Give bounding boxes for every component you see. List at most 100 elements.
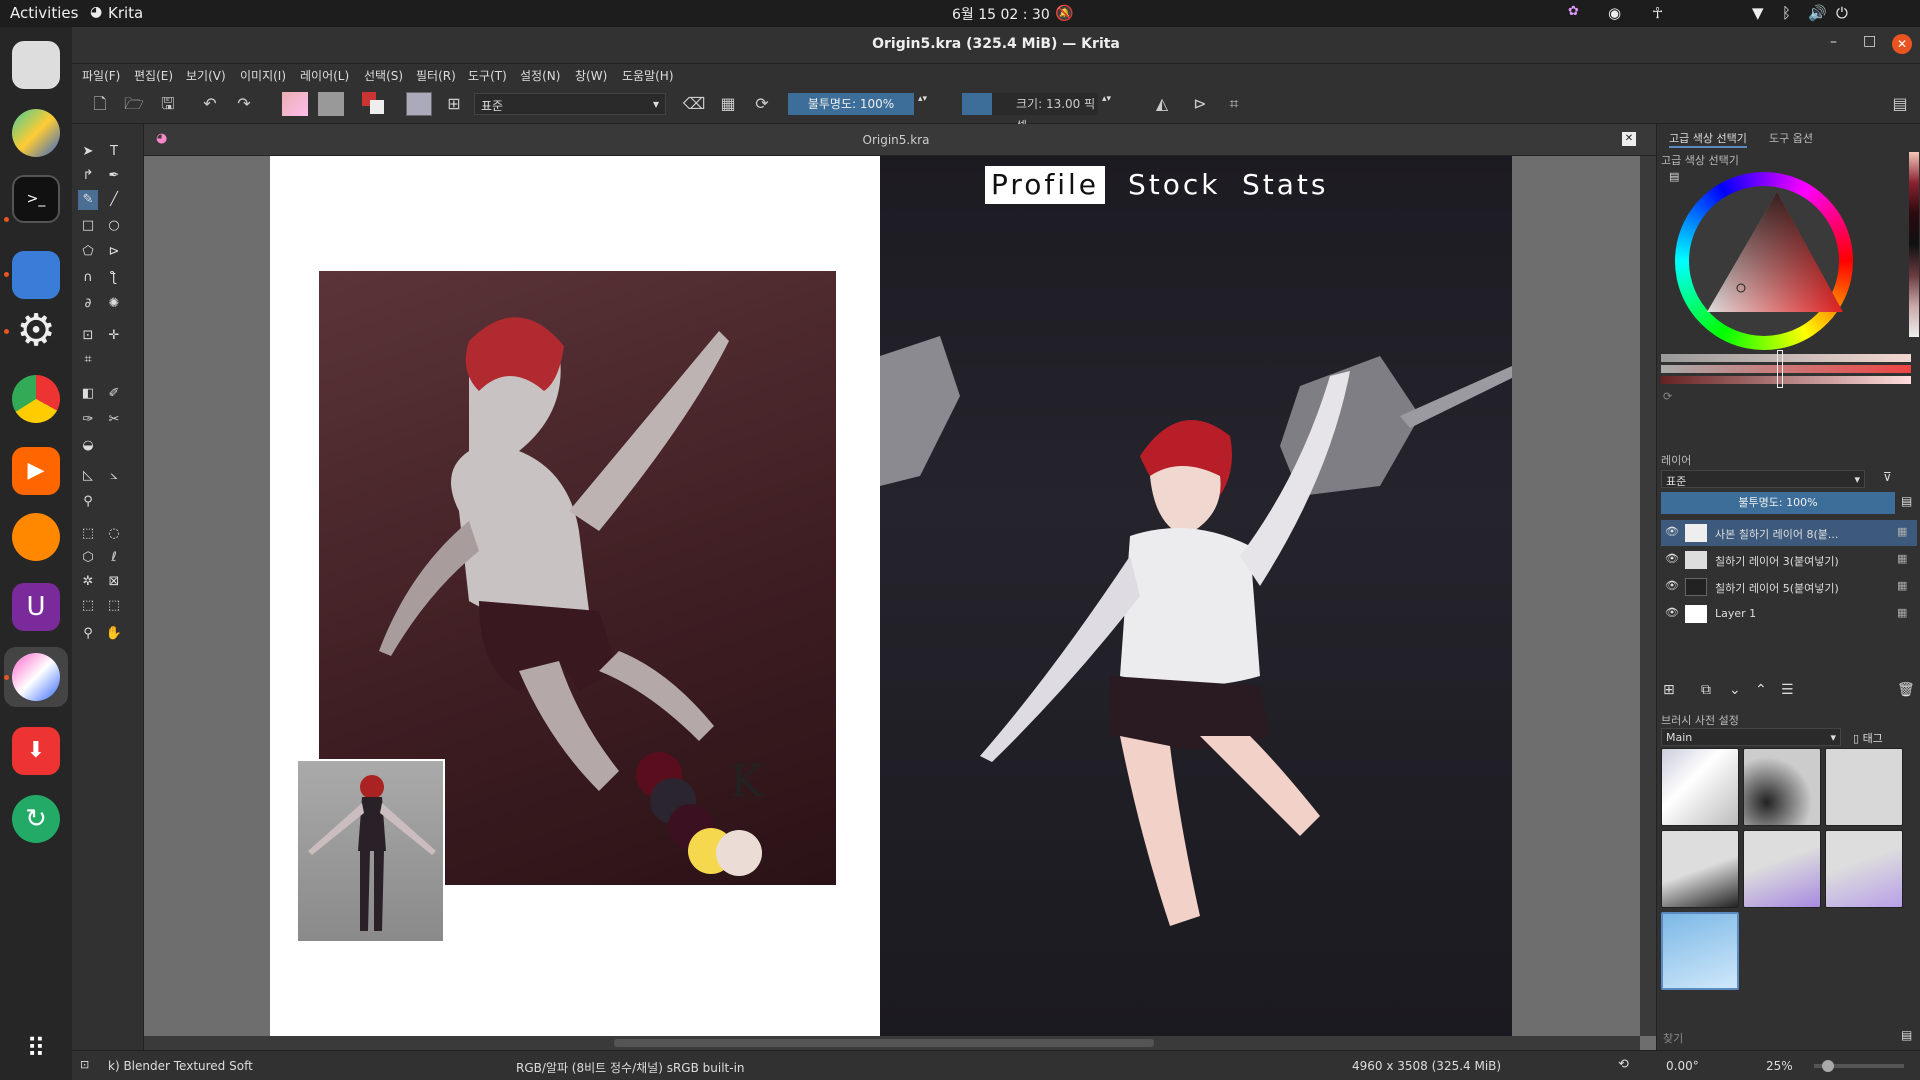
steam-tray-icon[interactable]: ◉ bbox=[1608, 4, 1621, 22]
activities-button[interactable]: Activities bbox=[10, 4, 78, 22]
reference-images-tool-icon[interactable]: ⚲ bbox=[78, 492, 98, 512]
menu-select[interactable]: 선택(S) bbox=[364, 67, 403, 84]
layer-filter-icon[interactable]: ⊽ bbox=[1883, 470, 1892, 484]
polyline-tool-icon[interactable]: ⊳ bbox=[104, 242, 124, 262]
zoom-slider-handle[interactable] bbox=[1822, 1060, 1834, 1072]
tab-advanced-color-selector[interactable]: 고급 색상 선택기 bbox=[1669, 130, 1747, 148]
menu-file[interactable]: 파일(F) bbox=[82, 67, 120, 84]
multibrush-tool-icon[interactable]: ✺ bbox=[104, 294, 124, 314]
measure-tool-icon[interactable]: ⦣ bbox=[104, 466, 124, 486]
layer-row-0[interactable]: 👁 사본 칠하기 레이어 8(붙... ▦ bbox=[1661, 520, 1917, 546]
delete-layer-icon[interactable]: 🗑 bbox=[1897, 682, 1915, 698]
undo-icon[interactable]: ↶ bbox=[198, 92, 222, 116]
open-document-icon[interactable]: 🗁 bbox=[122, 92, 146, 116]
firefox-icon[interactable] bbox=[12, 513, 60, 561]
similar-select-tool-icon[interactable]: ⊠ bbox=[104, 572, 124, 592]
text-tool-icon[interactable]: T bbox=[104, 142, 124, 162]
size-spin-icon[interactable]: ▴▾ bbox=[1102, 94, 1111, 104]
layer-opacity-slider[interactable]: 불투명도: 100% bbox=[1661, 492, 1895, 514]
menu-settings[interactable]: 설정(N) bbox=[520, 67, 560, 84]
eye-icon[interactable]: 👁 bbox=[1665, 579, 1679, 592]
notification-off-icon[interactable]: 🔕 bbox=[1055, 4, 1074, 22]
freehand-path-tool-icon[interactable]: ƪ bbox=[104, 268, 124, 288]
reload-preset-icon[interactable]: ⟳ bbox=[750, 92, 774, 116]
line-tool-icon[interactable]: ╱ bbox=[104, 190, 124, 210]
lightness-slider[interactable] bbox=[1661, 354, 1911, 362]
background-color-swatch[interactable] bbox=[370, 100, 384, 114]
layer-row-3[interactable]: 👁 Layer 1 ▦ bbox=[1661, 601, 1917, 627]
layer-properties-icon[interactable]: ▤ bbox=[1901, 494, 1912, 508]
layer-row-2[interactable]: 👁 칠하기 레이어 5(붙여넣기) ▦ bbox=[1661, 574, 1917, 600]
move-layer-down-icon[interactable]: ⌄ bbox=[1729, 682, 1741, 698]
video-downloader-icon[interactable]: ⬇ bbox=[12, 727, 60, 775]
media-player-icon[interactable]: ▶ bbox=[12, 447, 60, 495]
bezier-select-tool-icon[interactable]: ⬚ bbox=[78, 596, 98, 616]
layer-blend-select[interactable]: 표준 ▾ bbox=[1661, 470, 1865, 488]
mirror-horizontal-icon[interactable]: ◭ bbox=[1150, 92, 1174, 116]
brush-search-label[interactable]: 찾기 bbox=[1663, 1030, 1683, 1046]
menu-help[interactable]: 도움말(H) bbox=[622, 67, 674, 84]
maximize-button[interactable]: □ bbox=[1863, 33, 1876, 49]
edit-shapes-tool-icon[interactable]: ↱ bbox=[78, 166, 98, 186]
app-grid-icon[interactable]: ⠿ bbox=[12, 1025, 60, 1073]
color-space-info[interactable]: RGB/알파 (8비트 정수/채널) sRGB built-in bbox=[516, 1059, 745, 1076]
menu-edit[interactable]: 편집(E) bbox=[134, 67, 173, 84]
brush-storage-icon[interactable]: ▤ bbox=[1901, 1028, 1912, 1042]
save-icon[interactable]: 🖫 bbox=[156, 92, 180, 116]
ellipse-select-tool-icon[interactable]: ◌ bbox=[104, 524, 124, 544]
transform-tool-icon[interactable]: ⊡ bbox=[78, 326, 98, 346]
menu-filter[interactable]: 필터(R) bbox=[416, 67, 456, 84]
crop-tool-icon[interactable]: ⌗ bbox=[78, 350, 98, 370]
volume-icon[interactable]: 🔊 bbox=[1808, 4, 1827, 22]
image-viewer-icon[interactable] bbox=[12, 41, 60, 89]
horizontal-scrollbar-thumb[interactable] bbox=[614, 1039, 1154, 1047]
select-shapes-tool-icon[interactable]: ➤ bbox=[78, 142, 98, 162]
rect-select-tool-icon[interactable]: ⬚ bbox=[78, 524, 98, 544]
saturation-value-triangle[interactable] bbox=[1675, 172, 1853, 350]
update-icon[interactable]: ↻ bbox=[12, 795, 60, 843]
minimize-button[interactable]: – bbox=[1830, 34, 1837, 50]
layer-alpha-icon[interactable]: ▦ bbox=[1897, 525, 1907, 538]
colorize-mask-tool-icon[interactable]: ✑ bbox=[78, 410, 98, 430]
value-slider[interactable] bbox=[1661, 376, 1911, 384]
reset-color-icon[interactable]: ⟳ bbox=[1663, 390, 1672, 403]
panel-toggle-icon[interactable]: ▤ bbox=[1888, 92, 1912, 116]
freehand-select-tool-icon[interactable]: ℓ bbox=[104, 548, 124, 568]
menu-tools[interactable]: 도구(T) bbox=[468, 67, 507, 84]
opacity-spin-icon[interactable]: ▴▾ bbox=[918, 94, 927, 104]
move-tool-icon[interactable]: ✛ bbox=[104, 326, 124, 346]
terminal-icon[interactable]: >_ bbox=[12, 175, 60, 223]
color-picker-app-icon[interactable] bbox=[12, 109, 60, 157]
document-tab-title[interactable]: Origin5.kra bbox=[144, 133, 1648, 147]
recent-colors-strip[interactable] bbox=[1909, 152, 1919, 337]
new-document-icon[interactable]: 🗋 bbox=[88, 92, 112, 116]
bluetooth-icon[interactable]: ᛒ bbox=[1782, 4, 1791, 22]
menu-image[interactable]: 이미지(I) bbox=[240, 67, 286, 84]
horizontal-scrollbar[interactable] bbox=[144, 1036, 1640, 1050]
clock[interactable]: 6월 15 02 : 30 bbox=[952, 4, 1050, 24]
mirror-vertical-icon[interactable]: ⊳ bbox=[1188, 92, 1212, 116]
layer-row-1[interactable]: 👁 칠하기 레이어 3(붙여넣기) ▦ bbox=[1661, 547, 1917, 573]
wifi-icon[interactable]: ▼ bbox=[1752, 4, 1764, 22]
layer-alpha-icon[interactable]: ▦ bbox=[1897, 552, 1907, 565]
files-icon[interactable] bbox=[12, 251, 60, 299]
close-document-icon[interactable]: ✕ bbox=[1622, 132, 1636, 146]
dynamic-brush-tool-icon[interactable]: ∂ bbox=[78, 294, 98, 314]
brush-preset-airbrush[interactable] bbox=[1743, 748, 1821, 826]
zoom-slider[interactable] bbox=[1814, 1060, 1904, 1072]
polygon-tool-icon[interactable]: ⬠ bbox=[78, 242, 98, 262]
workspace-grid-icon[interactable]: ⊞ bbox=[442, 92, 466, 116]
chrome-icon[interactable] bbox=[12, 375, 60, 423]
brush-preset-blender-textured-soft[interactable] bbox=[1661, 912, 1739, 990]
freehand-brush-tool-icon[interactable]: ✎ bbox=[78, 190, 98, 210]
vertical-scrollbar[interactable] bbox=[1640, 156, 1656, 1036]
settings-gear-icon[interactable]: ⚙ bbox=[12, 307, 60, 355]
saturation-slider[interactable] bbox=[1661, 365, 1911, 373]
color-sampler-tool-icon[interactable]: ✐ bbox=[104, 384, 124, 404]
krita-dock-icon[interactable] bbox=[12, 653, 60, 701]
hue-ring[interactable] bbox=[1675, 172, 1853, 350]
ubuntu-software-icon[interactable]: U bbox=[12, 583, 60, 631]
layer-alpha-icon[interactable]: ▦ bbox=[1897, 579, 1907, 592]
brush-tag-button[interactable]: ▯ 태그 bbox=[1853, 730, 1883, 746]
redo-icon[interactable]: ↷ bbox=[232, 92, 256, 116]
